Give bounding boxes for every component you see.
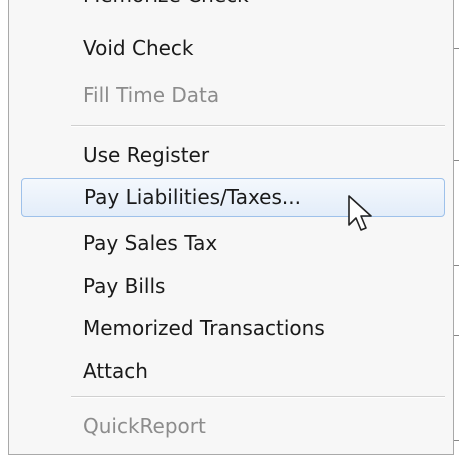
- menu-item-attach[interactable]: Attach: [21, 354, 445, 388]
- arrow-pointer-icon: [348, 195, 372, 231]
- menu-separator: [71, 396, 445, 398]
- menu-item-pay-liabilities-taxes[interactable]: Pay Liabilities/Taxes...: [21, 178, 445, 217]
- menu-item-quickreport: QuickReport: [83, 414, 206, 438]
- menu-item-memorize-check[interactable]: Memorize Check: [21, 0, 445, 12]
- menu-item-pay-sales-tax[interactable]: Pay Sales Tax: [21, 226, 445, 260]
- menu-item-void-check[interactable]: Void Check: [21, 31, 445, 65]
- menu-separator: [71, 125, 445, 127]
- window-edge: [454, 0, 460, 460]
- menu-item-pay-bills[interactable]: Pay Bills: [21, 269, 445, 303]
- menu-item-use-register[interactable]: Use Register: [21, 138, 445, 172]
- menu-item-fill-time-data: Fill Time Data: [83, 83, 220, 107]
- menu-item-memorized-transactions[interactable]: Memorized Transactions: [21, 311, 445, 345]
- screenshot-stage: Memorize Check Void Check Fill Time Data…: [0, 0, 460, 460]
- context-menu: Memorize Check Void Check Fill Time Data…: [8, 0, 454, 455]
